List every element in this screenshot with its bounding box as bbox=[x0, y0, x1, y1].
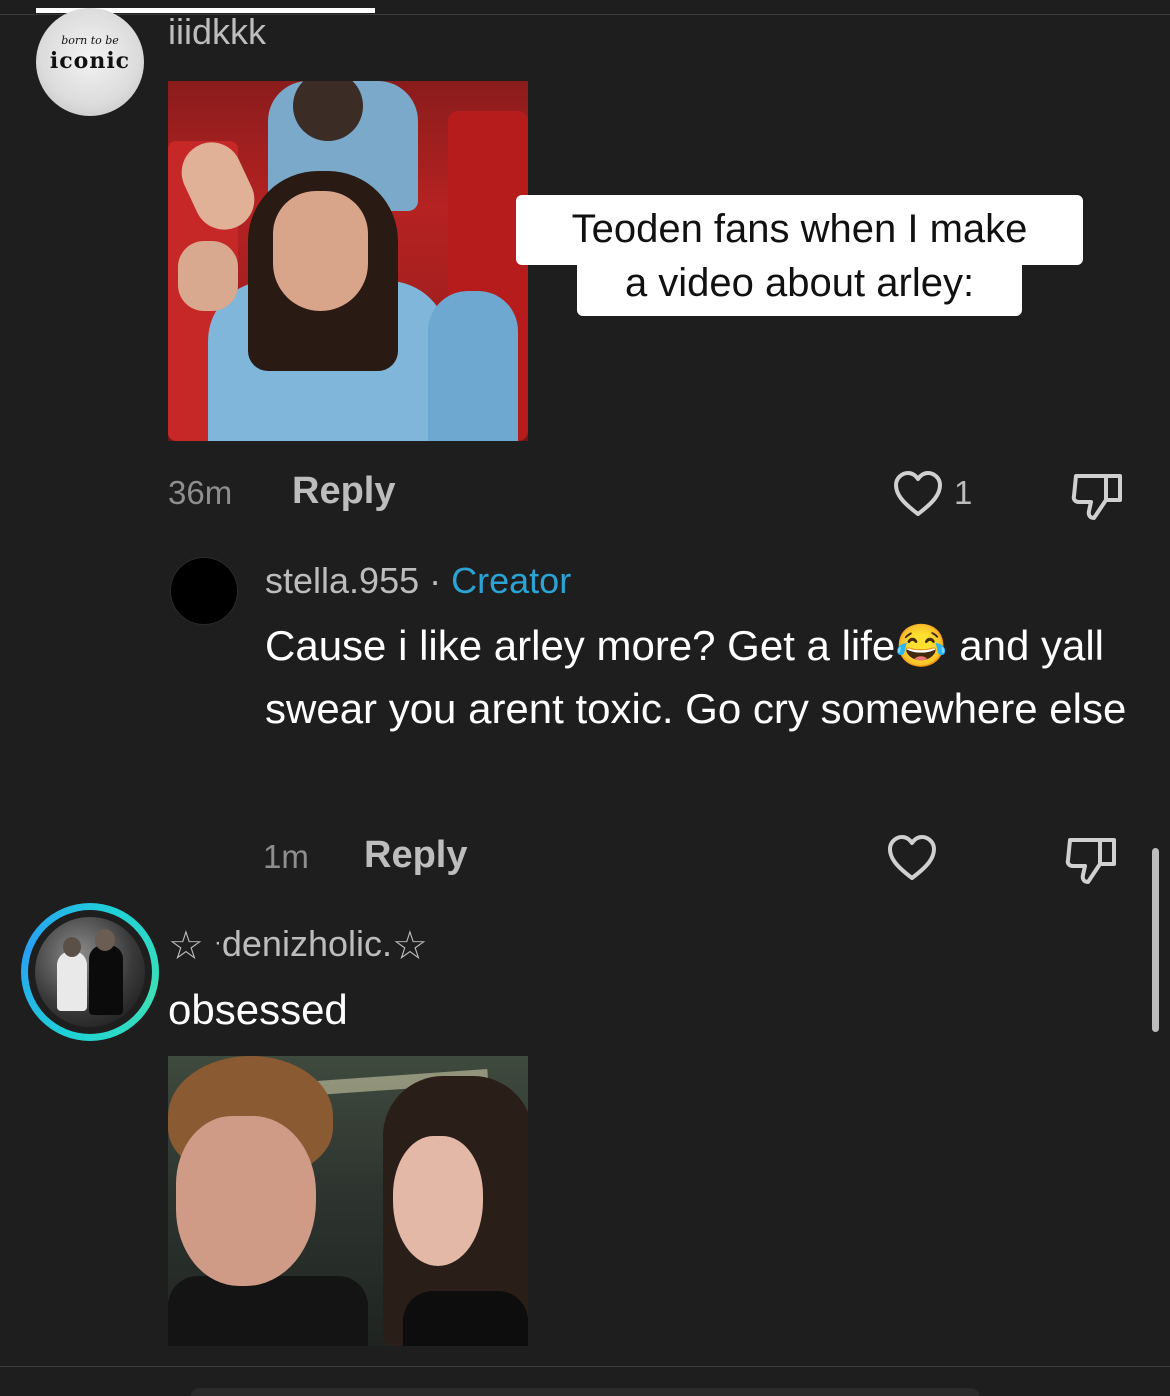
reply-username[interactable]: stella.955 bbox=[265, 560, 419, 601]
username-dot: · bbox=[213, 929, 222, 956]
image-caption-line2: a video about arley: bbox=[577, 260, 1022, 316]
bottom-divider bbox=[0, 1366, 1170, 1367]
star-outline-icon: ☆ bbox=[391, 924, 428, 968]
comment-username-row[interactable]: ☆ ·denizholic.☆ bbox=[168, 923, 428, 968]
reply-button[interactable]: Reply bbox=[364, 836, 467, 874]
avatar-denizholic[interactable] bbox=[35, 917, 145, 1027]
avatar-head-bride bbox=[63, 937, 81, 957]
avatar-head-groom bbox=[95, 929, 115, 951]
image-man-face bbox=[176, 1116, 316, 1286]
avatar-iiidkkk[interactable]: born to be iconic bbox=[36, 8, 144, 116]
avatar-figure-groom bbox=[89, 945, 123, 1015]
image-caption-line1: Teoden fans when I make bbox=[516, 195, 1083, 265]
comment-image-reaction[interactable] bbox=[168, 81, 528, 441]
image-right-person bbox=[428, 291, 518, 441]
thumbs-down-outline-icon[interactable] bbox=[1064, 834, 1120, 886]
heart-outline-icon[interactable] bbox=[886, 834, 938, 882]
star-outline-icon: ☆ bbox=[168, 924, 204, 968]
laughing-emoji: 😂 bbox=[895, 622, 948, 669]
heart-outline-icon[interactable] bbox=[892, 470, 944, 518]
avatar-figure-bride bbox=[57, 951, 87, 1011]
image-face bbox=[273, 191, 368, 311]
avatar-stella[interactable] bbox=[170, 557, 238, 625]
comment-timestamp: 36m bbox=[168, 474, 233, 511]
comment-text: obsessed bbox=[168, 986, 348, 1033]
comment-username: denizholic. bbox=[221, 923, 392, 964]
reply-timestamp: 1m bbox=[263, 838, 309, 875]
comment-username[interactable]: iiidkkk bbox=[168, 14, 266, 50]
image-woman-shirt bbox=[403, 1291, 528, 1346]
reply-text-part1: Cause i like arley more? Get a life bbox=[265, 622, 896, 669]
reply-text: Cause i like arley more? Get a life😂 and… bbox=[265, 614, 1145, 740]
username-separator: · bbox=[429, 560, 442, 601]
like-count: 1 bbox=[954, 474, 973, 511]
reply-username-row: stella.955 · Creator bbox=[265, 563, 571, 599]
image-thumbs-down bbox=[178, 241, 238, 311]
thumbs-down-outline-icon[interactable] bbox=[1070, 470, 1126, 522]
scrollbar-thumb[interactable] bbox=[1152, 848, 1159, 1032]
comment-input-bar[interactable] bbox=[190, 1388, 980, 1396]
comment-image-couple[interactable] bbox=[168, 1056, 528, 1346]
avatar-text-line2: iconic bbox=[49, 48, 131, 74]
reply-button[interactable]: Reply bbox=[292, 472, 395, 510]
avatar-story-ring[interactable] bbox=[21, 903, 159, 1041]
creator-badge: Creator bbox=[451, 560, 572, 601]
image-woman-face bbox=[393, 1136, 483, 1266]
comments-page: born to be iconic iiidkkk Teoden fans wh… bbox=[0, 0, 1170, 1396]
avatar-text-line1: born to be bbox=[61, 34, 119, 47]
image-man-shirt bbox=[168, 1276, 368, 1346]
